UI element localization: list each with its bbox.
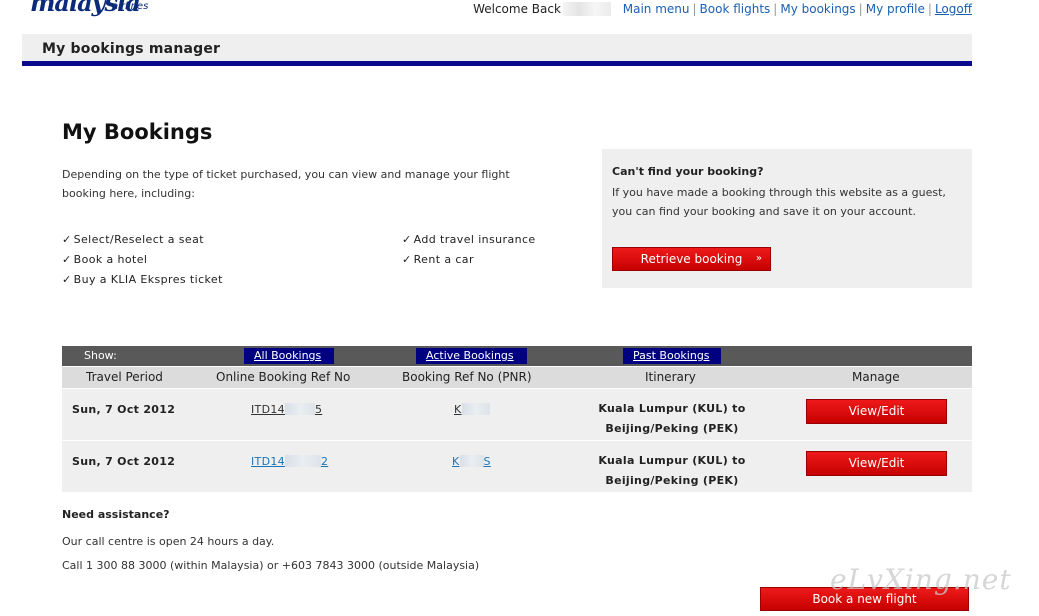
nav-book-flights[interactable]: Book flights: [700, 2, 771, 16]
page-title: My Bookings: [62, 120, 213, 144]
redacted-blur: [459, 455, 484, 467]
nav-main-menu[interactable]: Main menu: [623, 2, 690, 16]
feature-label: Add travel insurance: [413, 233, 536, 246]
tab-active-bookings[interactable]: Active Bookings: [416, 348, 527, 364]
itinerary: Kuala Lumpur (KUL) to Beijing/Peking (PE…: [582, 451, 762, 491]
itinerary-line: Beijing/Peking (PEK): [605, 474, 739, 487]
redacted-blur: [284, 455, 321, 467]
page-header-title: My bookings manager: [42, 41, 221, 57]
col-online-ref: Online Booking Ref No: [216, 370, 351, 384]
online-booking-ref-link[interactable]: ITD14 5: [251, 403, 322, 416]
nav-my-bookings[interactable]: My bookings: [780, 2, 855, 16]
col-manage: Manage: [852, 370, 900, 384]
feature-item: ✓ Select/Reselect a seat: [62, 230, 223, 250]
table-row: Sun, 7 Oct 2012 ITD14 5 K Kuala Lumpur (K…: [62, 389, 972, 440]
itinerary-line: Kuala Lumpur (KUL) to: [598, 402, 746, 415]
retrieve-booking-label: Retrieve booking: [640, 252, 743, 266]
ref-text: 5: [314, 403, 323, 416]
pnr-link[interactable]: K: [454, 403, 490, 416]
feature-list-right: ✓ Add travel insurance ✓ Rent a car: [402, 230, 536, 270]
assistance-heading: Need assistance?: [62, 508, 170, 521]
filter-label: Show:: [84, 349, 117, 362]
ref-text: K: [454, 403, 462, 416]
feature-label: Buy a KLIA Ekspres ticket: [73, 273, 223, 286]
feature-label: Select/Reselect a seat: [73, 233, 204, 246]
malaysia-airlines-logo[interactable]: malaysia airlines: [30, 0, 200, 18]
page-header-bar: My bookings manager: [22, 34, 972, 66]
col-itinerary: Itinerary: [645, 370, 696, 384]
retrieve-booking-button[interactable]: Retrieve booking »: [612, 247, 771, 271]
feature-item: ✓ Buy a KLIA Ekspres ticket: [62, 270, 223, 290]
feature-item: ✓ Rent a car: [402, 250, 536, 270]
feature-label: Rent a car: [413, 253, 474, 266]
travel-date: Sun, 7 Oct 2012: [72, 403, 176, 416]
tab-past-bookings[interactable]: Past Bookings: [623, 348, 721, 364]
ref-text: 2: [320, 455, 329, 468]
nav-logoff[interactable]: Logoff: [935, 2, 972, 16]
table-row: Sun, 7 Oct 2012 ITD14 2 KS Kuala Lumpur (…: [62, 441, 972, 492]
arrow-right-icon: »: [755, 253, 762, 264]
redacted-blur: [284, 403, 315, 415]
blurred-username: [562, 2, 611, 16]
check-icon: ✓: [402, 253, 412, 266]
bookings-table-header: Travel Period Online Booking Ref No Book…: [62, 367, 972, 388]
assistance-line: Our call centre is open 24 hours a day.: [62, 535, 275, 548]
travel-date: Sun, 7 Oct 2012: [72, 455, 176, 468]
feature-item: ✓ Add travel insurance: [402, 230, 536, 250]
nav-separator: |: [858, 2, 863, 16]
tab-all-bookings[interactable]: All Bookings: [244, 348, 334, 364]
itinerary-line: Beijing/Peking (PEK): [605, 422, 739, 435]
feature-item: ✓ Book a hotel: [62, 250, 223, 270]
ref-text: ITD14: [251, 403, 285, 416]
online-booking-ref-link[interactable]: ITD14 2: [251, 455, 328, 468]
find-booking-text: If you have made a booking through this …: [612, 186, 946, 218]
nav-separator: |: [773, 2, 778, 16]
nav-separator: |: [927, 2, 932, 16]
feature-label: Book a hotel: [73, 253, 148, 266]
ref-text: ITD14: [251, 455, 285, 468]
check-icon: ✓: [62, 273, 72, 286]
ref-text: K: [452, 455, 460, 468]
view-edit-button[interactable]: View/Edit: [806, 399, 947, 424]
itinerary: Kuala Lumpur (KUL) to Beijing/Peking (PE…: [582, 399, 762, 439]
col-travel-period: Travel Period: [86, 370, 163, 384]
logo-sub-text: airlines: [112, 1, 149, 12]
col-pnr: Booking Ref No (PNR): [402, 370, 532, 384]
nav-separator: |: [692, 2, 697, 16]
watermark-text: eLvXing.net: [830, 563, 1012, 596]
check-icon: ✓: [62, 253, 72, 266]
pnr-link[interactable]: KS: [452, 455, 491, 468]
nav-my-profile[interactable]: My profile: [866, 2, 925, 16]
welcome-text: Welcome Back: [473, 2, 561, 16]
view-edit-button[interactable]: View/Edit: [806, 451, 947, 476]
feature-list-left: ✓ Select/Reselect a seat ✓ Book a hotel ✓ B…: [62, 230, 223, 290]
check-icon: ✓: [402, 233, 412, 246]
booking-filter-bar: Show: All Bookings Active Bookings Past …: [62, 346, 972, 366]
itinerary-line: Kuala Lumpur (KUL) to: [598, 454, 746, 467]
assistance-section: Need assistance? Our call centre is open…: [62, 508, 479, 583]
intro-text: Depending on the type of ticket purchase…: [62, 168, 510, 200]
redacted-blur: [461, 403, 490, 415]
ref-text: S: [483, 455, 491, 468]
assistance-phone: Call 1 300 88 3000 (within Malaysia) or …: [62, 559, 480, 572]
find-booking-question: Can't find your booking?: [612, 165, 764, 178]
check-icon: ✓: [62, 233, 72, 246]
top-navigation: Welcome Back Main menu | Book flights | My b…: [473, 2, 972, 16]
